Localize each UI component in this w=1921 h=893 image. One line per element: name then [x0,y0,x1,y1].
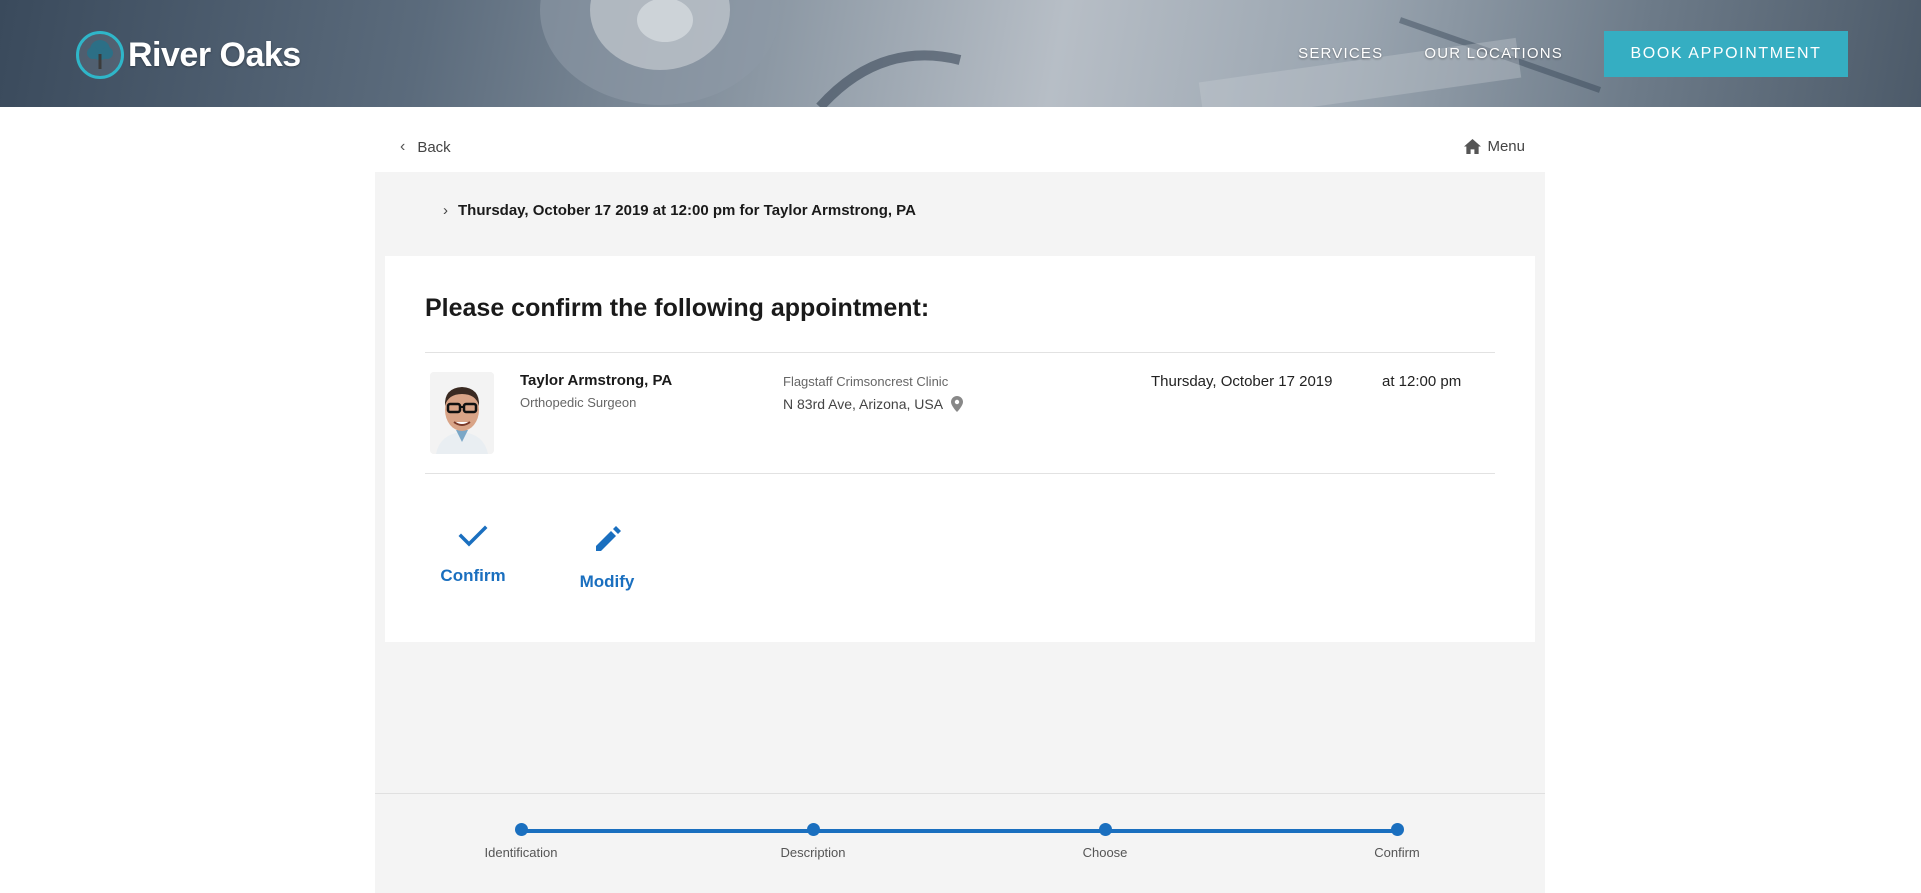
card-title: Please confirm the following appointment… [425,294,930,322]
main-nav: SERVICES OUR LOCATIONS BOOK APPOINTMENT [1298,0,1921,107]
chevron-left-icon: ‹ [400,138,406,155]
home-icon [1464,138,1482,155]
nav-services-link[interactable]: SERVICES [1298,45,1383,62]
provider-name: Taylor Armstrong, PA [520,372,673,389]
clinic-name: Flagstaff Crimsoncrest Clinic [783,374,949,389]
back-link[interactable]: ‹ Back [400,138,451,156]
step-dot [1390,823,1404,836]
pencil-icon [596,526,621,551]
provider-specialty: Orthopedic Surgeon [520,395,637,410]
book-appointment-button[interactable]: BOOK APPOINTMENT [1604,30,1848,77]
address-text: N 83rd Ave, Arizona, USA [783,396,944,412]
menu-link[interactable]: Menu [1463,138,1525,155]
chevron-right-icon: › [443,202,448,219]
step-dot [1098,823,1112,836]
appointment-time: at 12:00 pm [1382,373,1462,390]
back-label: Back [417,138,451,156]
site-header: River Oaks SERVICES OUR LOCATIONS BOOK A… [0,0,1921,107]
step-label: Identification [484,845,558,860]
confirm-label: Confirm [440,566,506,585]
checkmark-icon [458,525,488,547]
progress-track [521,829,1397,833]
step-dot [514,823,528,836]
step-choose[interactable]: Choose [1045,823,1165,860]
step-label: Confirm [1374,845,1420,860]
provider-avatar [430,372,494,454]
step-description[interactable]: Description [753,823,873,860]
divider [425,473,1495,474]
step-confirm[interactable]: Confirm [1337,823,1457,860]
modify-button[interactable]: Modify [575,524,639,592]
menu-label: Menu [1487,138,1525,155]
booking-panel: › Thursday, October 17 2019 at 12:00 pm … [375,172,1545,893]
appointment-summary[interactable]: › Thursday, October 17 2019 at 12:00 pm … [443,202,916,219]
step-label: Description [780,845,846,860]
brand-name: River Oaks [128,35,301,74]
step-identification[interactable]: Identification [461,823,581,860]
confirmation-card: Please confirm the following appointment… [385,256,1535,642]
confirm-button[interactable]: Confirm [440,524,506,586]
divider [375,793,1545,794]
step-dot [806,823,820,836]
brand-logo[interactable]: River Oaks [76,30,301,80]
map-pin-icon[interactable] [951,396,964,412]
modify-label: Modify [579,572,635,591]
appointment-date: Thursday, October 17 2019 [1151,373,1333,390]
nav-locations-link[interactable]: OUR LOCATIONS [1424,45,1563,62]
tree-logo-icon [76,31,124,79]
summary-text: Thursday, October 17 2019 at 12:00 pm fo… [458,202,916,219]
divider [425,352,1495,353]
step-label: Choose [1082,845,1128,860]
clinic-address: N 83rd Ave, Arizona, USA [783,396,964,412]
